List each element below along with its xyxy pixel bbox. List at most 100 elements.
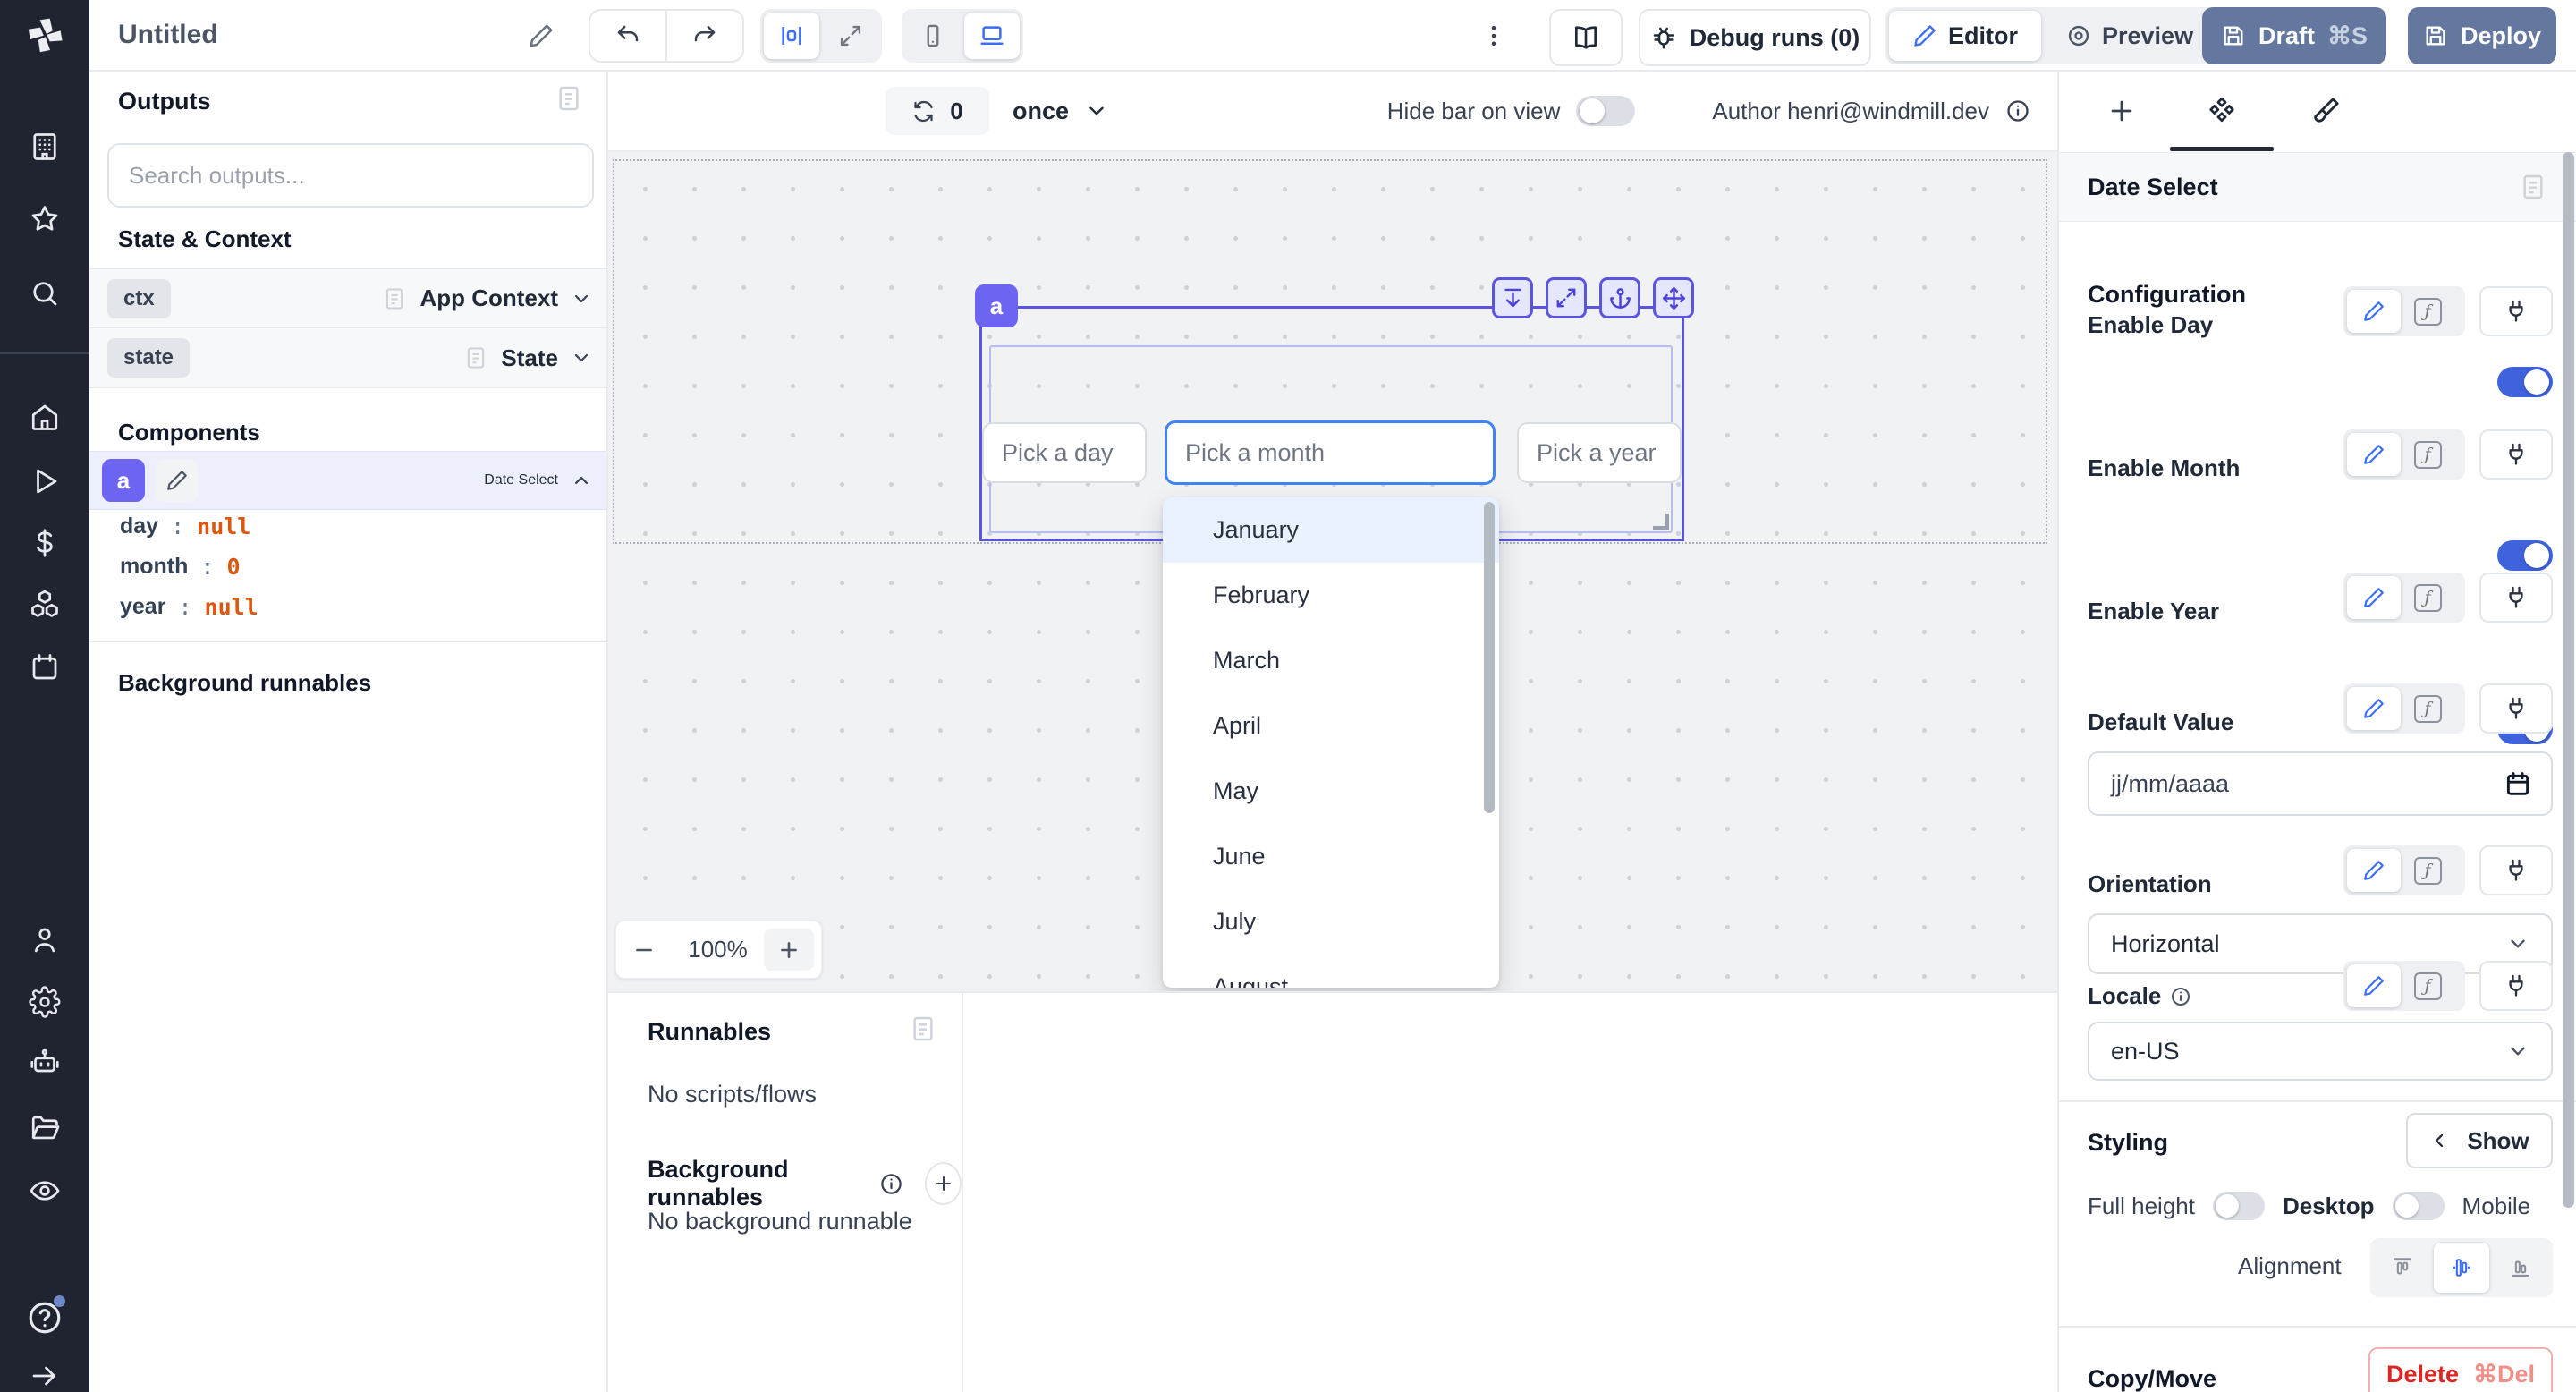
deploy-button[interactable]: Deploy bbox=[2408, 7, 2556, 64]
sidebar-item-runs[interactable] bbox=[0, 465, 89, 497]
static-value-button[interactable] bbox=[2347, 433, 2401, 476]
fullscreen-handle[interactable] bbox=[1546, 277, 1587, 318]
default-value-date-input[interactable]: jj/mm/aaaa bbox=[2088, 751, 2553, 816]
docs-button[interactable] bbox=[1549, 9, 1623, 66]
component-row-date-select[interactable]: a Date Select bbox=[89, 451, 606, 510]
month-option-february[interactable]: February bbox=[1163, 563, 1499, 628]
tab-component-settings[interactable] bbox=[2202, 91, 2241, 131]
month-option-january[interactable]: January bbox=[1163, 497, 1499, 563]
info-icon[interactable] bbox=[2170, 986, 2191, 1007]
add-background-runnable-button[interactable] bbox=[925, 1162, 962, 1205]
sidebar-item-home[interactable] bbox=[0, 401, 89, 433]
anchor-handle[interactable] bbox=[1599, 277, 1640, 318]
chevron-down-icon[interactable] bbox=[571, 288, 592, 310]
tab-editor[interactable]: Editor bbox=[1889, 11, 2041, 61]
tab-theming[interactable] bbox=[2306, 91, 2345, 131]
align-center-button[interactable] bbox=[2434, 1243, 2489, 1293]
sidebar-item-help[interactable] bbox=[0, 1299, 89, 1337]
centered-layout-button[interactable] bbox=[764, 13, 819, 59]
sidebar-item-workspace[interactable] bbox=[0, 131, 89, 163]
enable-day-connect-button[interactable] bbox=[2479, 286, 2553, 336]
move-handle[interactable] bbox=[1653, 277, 1694, 318]
sidebar-item-schedules[interactable] bbox=[0, 651, 89, 683]
month-option-july[interactable]: July bbox=[1163, 889, 1499, 955]
resize-corner-handle[interactable] bbox=[1653, 514, 1669, 530]
expression-button[interactable]: ƒ bbox=[2401, 290, 2454, 333]
sidebar-item-favorites[interactable] bbox=[0, 203, 89, 235]
document-icon[interactable] bbox=[909, 1014, 937, 1043]
expand-down-handle[interactable] bbox=[1492, 277, 1533, 318]
full-height-toggle[interactable] bbox=[2213, 1192, 2265, 1220]
month-option-may[interactable]: May bbox=[1163, 759, 1499, 824]
output-prop-day[interactable]: day : null bbox=[120, 514, 250, 539]
zoom-out-button[interactable] bbox=[616, 921, 672, 978]
sidebar-item-folders[interactable] bbox=[0, 1112, 89, 1144]
output-prop-year[interactable]: year : null bbox=[120, 594, 258, 620]
delete-component-button[interactable]: Delete ⌘Del bbox=[2368, 1347, 2553, 1392]
month-option-april[interactable]: April bbox=[1163, 693, 1499, 759]
info-icon[interactable] bbox=[879, 1172, 903, 1196]
expression-button[interactable]: ƒ bbox=[2401, 964, 2454, 1007]
rename-title-button[interactable] bbox=[523, 20, 559, 52]
month-option-august[interactable]: August bbox=[1163, 955, 1499, 988]
search-outputs-input[interactable] bbox=[109, 145, 592, 206]
sidebar-item-settings[interactable] bbox=[0, 986, 89, 1018]
expression-button[interactable]: ƒ bbox=[2401, 849, 2454, 892]
locale-connect-button[interactable] bbox=[2479, 961, 2553, 1011]
app-canvas[interactable]: a January February March April May June … bbox=[608, 152, 2057, 991]
chevron-down-icon[interactable] bbox=[571, 347, 592, 369]
expression-button[interactable]: ƒ bbox=[2401, 576, 2454, 619]
locale-select[interactable]: en-US bbox=[2088, 1022, 2553, 1081]
document-icon[interactable] bbox=[555, 84, 583, 113]
more-menu-button[interactable] bbox=[1476, 18, 1512, 54]
info-icon[interactable] bbox=[2005, 98, 2030, 123]
inspector-scrollbar[interactable] bbox=[2563, 152, 2574, 1208]
ctx-row[interactable]: ctx App Context bbox=[89, 268, 606, 328]
desktop-view-button[interactable] bbox=[964, 13, 1020, 59]
component-id-badge[interactable]: a bbox=[975, 284, 1018, 327]
redo-button[interactable] bbox=[665, 11, 742, 61]
pick-day-input[interactable] bbox=[984, 424, 1145, 481]
month-option-march[interactable]: March bbox=[1163, 628, 1499, 693]
expression-button[interactable]: ƒ bbox=[2401, 687, 2454, 730]
sidebar-item-ai[interactable] bbox=[0, 1047, 89, 1079]
styling-show-button[interactable]: Show bbox=[2406, 1113, 2553, 1168]
align-bottom-button[interactable] bbox=[2493, 1243, 2548, 1293]
windmill-logo[interactable] bbox=[0, 0, 89, 72]
static-value-button[interactable] bbox=[2347, 964, 2401, 1007]
chevron-up-icon[interactable] bbox=[571, 470, 592, 491]
sidebar-expand-button[interactable] bbox=[0, 1360, 89, 1392]
sidebar-item-search[interactable] bbox=[0, 277, 89, 310]
zoom-in-button[interactable] bbox=[764, 929, 814, 971]
draft-button[interactable]: Draft ⌘S bbox=[2202, 7, 2386, 64]
sidebar-item-variables[interactable] bbox=[0, 527, 89, 559]
align-top-button[interactable] bbox=[2375, 1243, 2430, 1293]
calendar-icon[interactable] bbox=[2504, 770, 2531, 797]
state-row[interactable]: state State bbox=[89, 328, 606, 388]
orientation-connect-button[interactable] bbox=[2479, 845, 2553, 895]
dropdown-scrollbar[interactable] bbox=[1484, 502, 1495, 813]
document-icon[interactable] bbox=[2519, 173, 2547, 201]
sidebar-item-resources[interactable] bbox=[0, 588, 89, 620]
enable-month-connect-button[interactable] bbox=[2479, 429, 2553, 480]
desktop-mobile-toggle[interactable] bbox=[2393, 1192, 2445, 1220]
fullwidth-layout-button[interactable] bbox=[823, 13, 878, 59]
static-value-button[interactable] bbox=[2347, 576, 2401, 619]
enable-year-connect-button[interactable] bbox=[2479, 573, 2553, 623]
month-option-june[interactable]: June bbox=[1163, 824, 1499, 889]
enable-day-toggle[interactable] bbox=[2497, 367, 2553, 397]
default-value-connect-button[interactable] bbox=[2479, 683, 2553, 734]
tab-preview[interactable]: Preview bbox=[2045, 11, 2215, 61]
mobile-view-button[interactable] bbox=[905, 13, 961, 59]
undo-button[interactable] bbox=[590, 11, 665, 61]
pick-month-input[interactable] bbox=[1167, 423, 1493, 482]
sidebar-item-audit[interactable] bbox=[0, 1175, 89, 1207]
debug-runs-button[interactable]: Debug runs (0) bbox=[1639, 9, 1871, 66]
tab-insert-component[interactable] bbox=[2102, 91, 2141, 131]
static-value-button[interactable] bbox=[2347, 687, 2401, 730]
enable-month-toggle[interactable] bbox=[2497, 540, 2553, 571]
pick-year-input[interactable] bbox=[1519, 424, 1680, 481]
rename-component-button[interactable] bbox=[156, 459, 199, 502]
refresh-counter[interactable]: 0 bbox=[886, 87, 989, 135]
frequency-dropdown[interactable]: once bbox=[1013, 87, 1108, 135]
